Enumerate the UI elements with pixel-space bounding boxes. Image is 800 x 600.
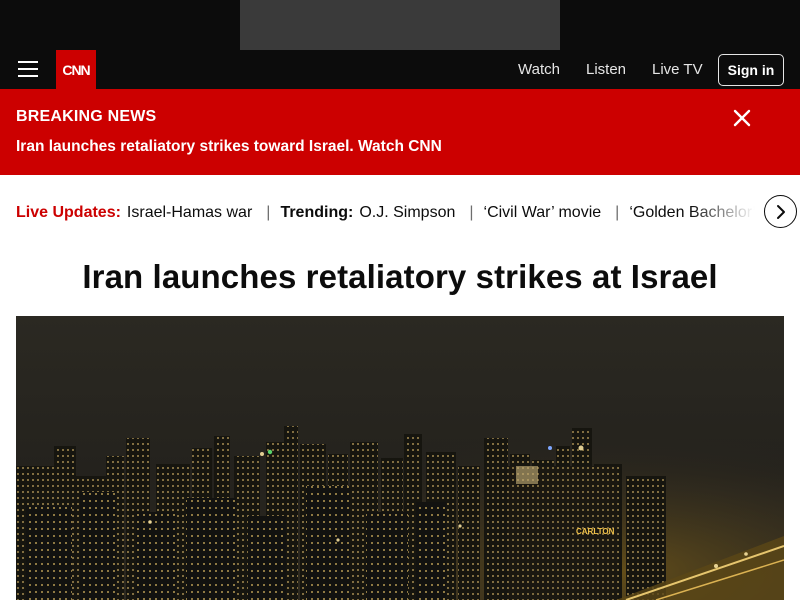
sign-in-button[interactable]: Sign in [718, 54, 784, 86]
article-lead-photo[interactable]: CARLTON [16, 316, 784, 600]
hamburger-menu-icon[interactable] [18, 61, 38, 78]
ticker-separator: | [266, 204, 271, 221]
breaking-news-headline-link[interactable]: Iran launches retaliatory strikes toward… [16, 138, 442, 156]
ad-banner-slot[interactable] [240, 0, 560, 50]
breaking-news-banner: BREAKING NEWS Iran launches retaliatory … [0, 89, 800, 175]
cnn-logo[interactable]: CNN [56, 50, 96, 89]
ticker-link-civil-war-movie[interactable]: ‘Civil War’ movie [484, 204, 602, 222]
ticker-separator: | [469, 204, 474, 221]
live-updates-label: Live Updates: [16, 204, 121, 221]
ticker-fade-overlay [690, 175, 766, 247]
ticker-separator: | [615, 204, 620, 221]
photo-sign-text: CARLTON [576, 527, 615, 536]
chevron-right-icon[interactable] [764, 195, 797, 228]
nav-link-live-tv[interactable]: Live TV [652, 50, 703, 89]
ad-strip [0, 0, 800, 50]
trending-label: Trending: [280, 204, 354, 221]
ticker-row: Live Updates: Israel-Hamas war | Trendin… [16, 202, 756, 224]
ticker-link-israel-hamas-war[interactable]: Israel-Hamas war [127, 204, 252, 222]
ticker-link-oj-simpson[interactable]: O.J. Simpson [359, 204, 455, 222]
breaking-news-label: BREAKING NEWS [16, 108, 157, 125]
trending-ticker: Live Updates: Israel-Hamas war | Trendin… [0, 175, 800, 247]
nav-link-watch[interactable]: Watch [518, 50, 560, 89]
nav-link-listen[interactable]: Listen [586, 50, 626, 89]
article-headline: Iran launches retaliatory strikes at Isr… [82, 258, 718, 295]
top-nav-bar: CNN Watch Listen Live TV Sign in [0, 50, 800, 89]
close-icon[interactable] [728, 104, 756, 132]
